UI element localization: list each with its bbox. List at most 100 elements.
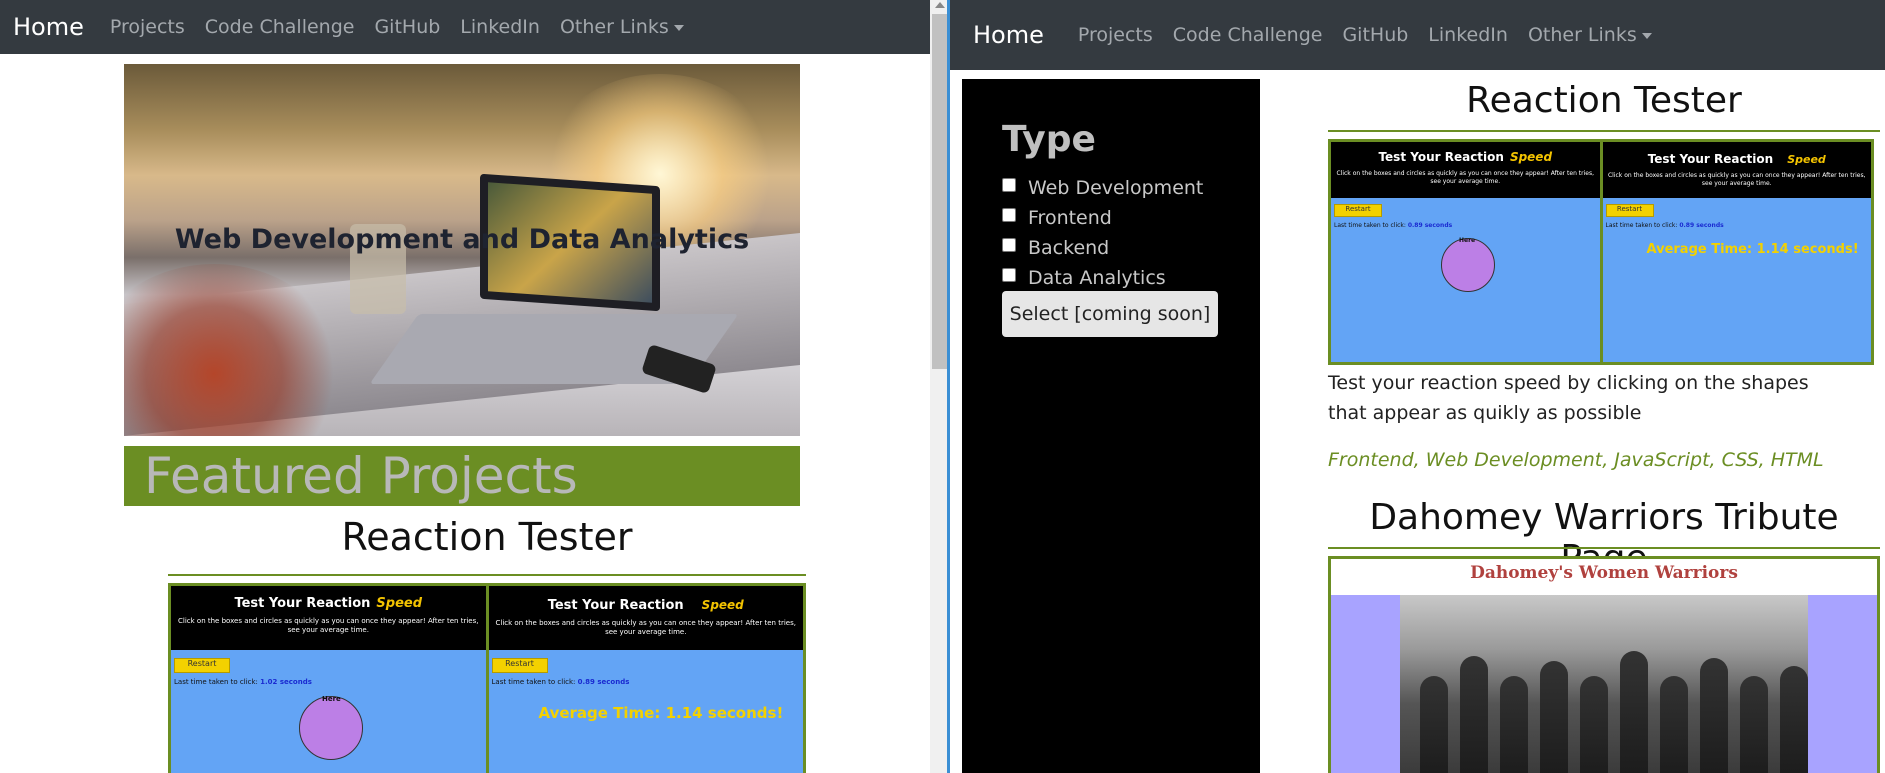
photo-figure [1740, 676, 1768, 773]
last-time-text: Last time taken to click: 0.89 seconds [1334, 222, 1452, 229]
project-description: Test your reaction speed by clicking on … [1328, 372, 1809, 424]
scrollbar-thumb[interactable] [932, 14, 948, 369]
filter-frontend[interactable]: Frontend [1002, 207, 1112, 229]
reaction-heading-em: Speed [701, 598, 744, 612]
filter-label: Web Development [1028, 177, 1204, 199]
filter-data-analytics[interactable]: Data Analytics [1002, 267, 1166, 289]
photo-figure [1580, 676, 1608, 773]
photo-figure [1540, 661, 1568, 773]
photo-figure [1500, 676, 1528, 773]
reaction-header: Test Your Reaction Speed Click on the box… [488, 586, 804, 650]
filter-label: Data Analytics [1028, 267, 1166, 289]
reaction-heading-text: Test Your Reaction [234, 596, 371, 611]
last-time-text: Last time taken to click: 0.89 seconds [1606, 222, 1724, 229]
last-time-value: 0.89 seconds [1407, 222, 1453, 229]
checkbox[interactable] [1002, 178, 1016, 192]
nav-link-projects[interactable]: Projects [1078, 24, 1153, 46]
dahomey-warriors-photo [1400, 595, 1808, 773]
reaction-heading: Test Your Reaction Speed [1603, 142, 1872, 166]
scroll-up-arrow-icon[interactable] [935, 2, 945, 8]
photo-figure [1780, 666, 1808, 773]
nav-link-github[interactable]: GitHub [1342, 24, 1408, 46]
nav-dropdown-label: Other Links [559, 16, 669, 38]
reaction-header: Test Your Reaction Speed Click on the box… [1602, 142, 1872, 198]
filter-label: Frontend [1028, 207, 1112, 229]
reaction-tester-screenshot[interactable]: Test Your Reaction Speed Click on the box… [1328, 139, 1874, 365]
reaction-heading-text: Test Your Reaction [1647, 152, 1774, 166]
filter-backend[interactable]: Backend [1002, 237, 1109, 259]
left-window: Home Projects Code Challenge GitHub Link… [0, 0, 930, 773]
last-time-value: 1.02 seconds [260, 678, 312, 686]
dahomey-image-heading: Dahomey's Women Warriors [1470, 563, 1738, 583]
nav-dropdown-other-links[interactable]: Other Links [1528, 24, 1652, 46]
last-time-value: 0.89 seconds [1679, 222, 1724, 229]
target-label: Here [322, 695, 341, 703]
divider [168, 574, 806, 576]
reaction-header: Test Your Reaction Speed Click on the box… [1331, 142, 1600, 198]
reaction-heading-em: Speed [376, 596, 423, 611]
restart-button: Restart [1334, 204, 1382, 217]
caret-down-icon [673, 24, 684, 31]
nav-dropdown-label: Other Links [1527, 24, 1637, 46]
nav-link-code-challenge[interactable]: Code Challenge [205, 16, 355, 38]
last-time-label: Last time taken to click: [174, 678, 258, 686]
target-label: Here [1459, 237, 1476, 244]
navbar: Home Projects Code Challenge GitHub Link… [0, 0, 930, 54]
photo-figure [1660, 676, 1688, 773]
checkbox[interactable] [1002, 268, 1016, 282]
filter-sidebar: Type Web Development Frontend Backend Da… [962, 79, 1260, 773]
dahomey-tribute-screenshot[interactable]: Dahomey's Women Warriors [1328, 556, 1880, 773]
select-button[interactable]: Select [coming soon] [1002, 291, 1218, 337]
last-time-label: Last time taken to click: [1605, 222, 1678, 229]
scrollbar[interactable] [930, 0, 950, 773]
checkbox[interactable] [1002, 238, 1016, 252]
average-time-text: Average Time: 1.14 seconds! [538, 704, 784, 722]
reaction-heading-text: Test Your Reaction [1378, 150, 1504, 164]
reaction-heading-em: Speed [1787, 153, 1826, 166]
last-time-label: Last time taken to click: [1334, 222, 1406, 229]
average-time-text: Average Time: 1.14 seconds! [1646, 242, 1859, 257]
reaction-instructions: Click on the boxes and circles as quickl… [495, 619, 796, 636]
photo-figure [1460, 656, 1488, 773]
reaction-instructions: Click on the boxes and circles as quickl… [1607, 172, 1866, 187]
restart-button: Restart [174, 658, 230, 673]
reaction-heading: Test Your Reaction Speed [489, 586, 804, 613]
nav-link-code-challenge[interactable]: Code Challenge [1173, 24, 1323, 46]
hero-title: Web Development and Data Analytics [174, 224, 750, 255]
filter-heading: Type [1002, 119, 1096, 160]
last-time-text: Last time taken to click: 0.89 seconds [492, 678, 630, 686]
last-time-value: 0.89 seconds [577, 678, 630, 686]
target-circle [299, 696, 363, 760]
filter-label: Backend [1028, 237, 1110, 259]
target-circle [1441, 238, 1495, 292]
right-window: Home Projects Code Challenge GitHub Link… [950, 0, 1885, 773]
divider [1328, 130, 1880, 132]
reaction-panel-result: Test Your Reaction Speed Click on the box… [488, 586, 804, 773]
hero-banner: Web Development and Data Analytics [124, 64, 800, 436]
reaction-heading: Test Your Reaction Speed [171, 586, 486, 611]
reaction-panel-playing: Test Your Reaction Speed Click on the box… [171, 586, 486, 773]
project-title: Reaction Tester [1466, 80, 1742, 121]
restart-button: Restart [1605, 204, 1654, 217]
checkbox[interactable] [1002, 208, 1016, 222]
nav-brand-home[interactable]: Home [973, 21, 1044, 49]
photo-figure [1700, 658, 1728, 773]
nav-link-linkedin[interactable]: LinkedIn [460, 16, 540, 38]
nav-link-projects[interactable]: Projects [110, 16, 185, 38]
reaction-heading-em: Speed [1509, 150, 1553, 164]
navbar: Home Projects Code Challenge GitHub Link… [950, 0, 1885, 70]
nav-dropdown-other-links[interactable]: Other Links [560, 16, 684, 38]
filter-web-development[interactable]: Web Development [1002, 177, 1203, 199]
caret-down-icon [1641, 32, 1652, 39]
last-time-label: Last time taken to click: [491, 678, 576, 686]
featured-projects-heading: Featured Projects [144, 447, 578, 505]
nav-brand-home[interactable]: Home [13, 13, 84, 41]
reaction-heading: Test Your Reaction Speed [1331, 142, 1600, 164]
reaction-tester-screenshot[interactable]: Test Your Reaction Speed Click on the box… [168, 583, 806, 773]
nav-link-github[interactable]: GitHub [374, 16, 440, 38]
reaction-panel-result: Test Your Reaction Speed Click on the box… [1602, 142, 1872, 362]
nav-link-linkedin[interactable]: LinkedIn [1428, 24, 1508, 46]
photo-figure [1620, 651, 1648, 773]
reaction-header: Test Your Reaction Speed Click on the box… [171, 586, 486, 650]
reaction-instructions: Click on the boxes and circles as quickl… [1336, 170, 1595, 185]
